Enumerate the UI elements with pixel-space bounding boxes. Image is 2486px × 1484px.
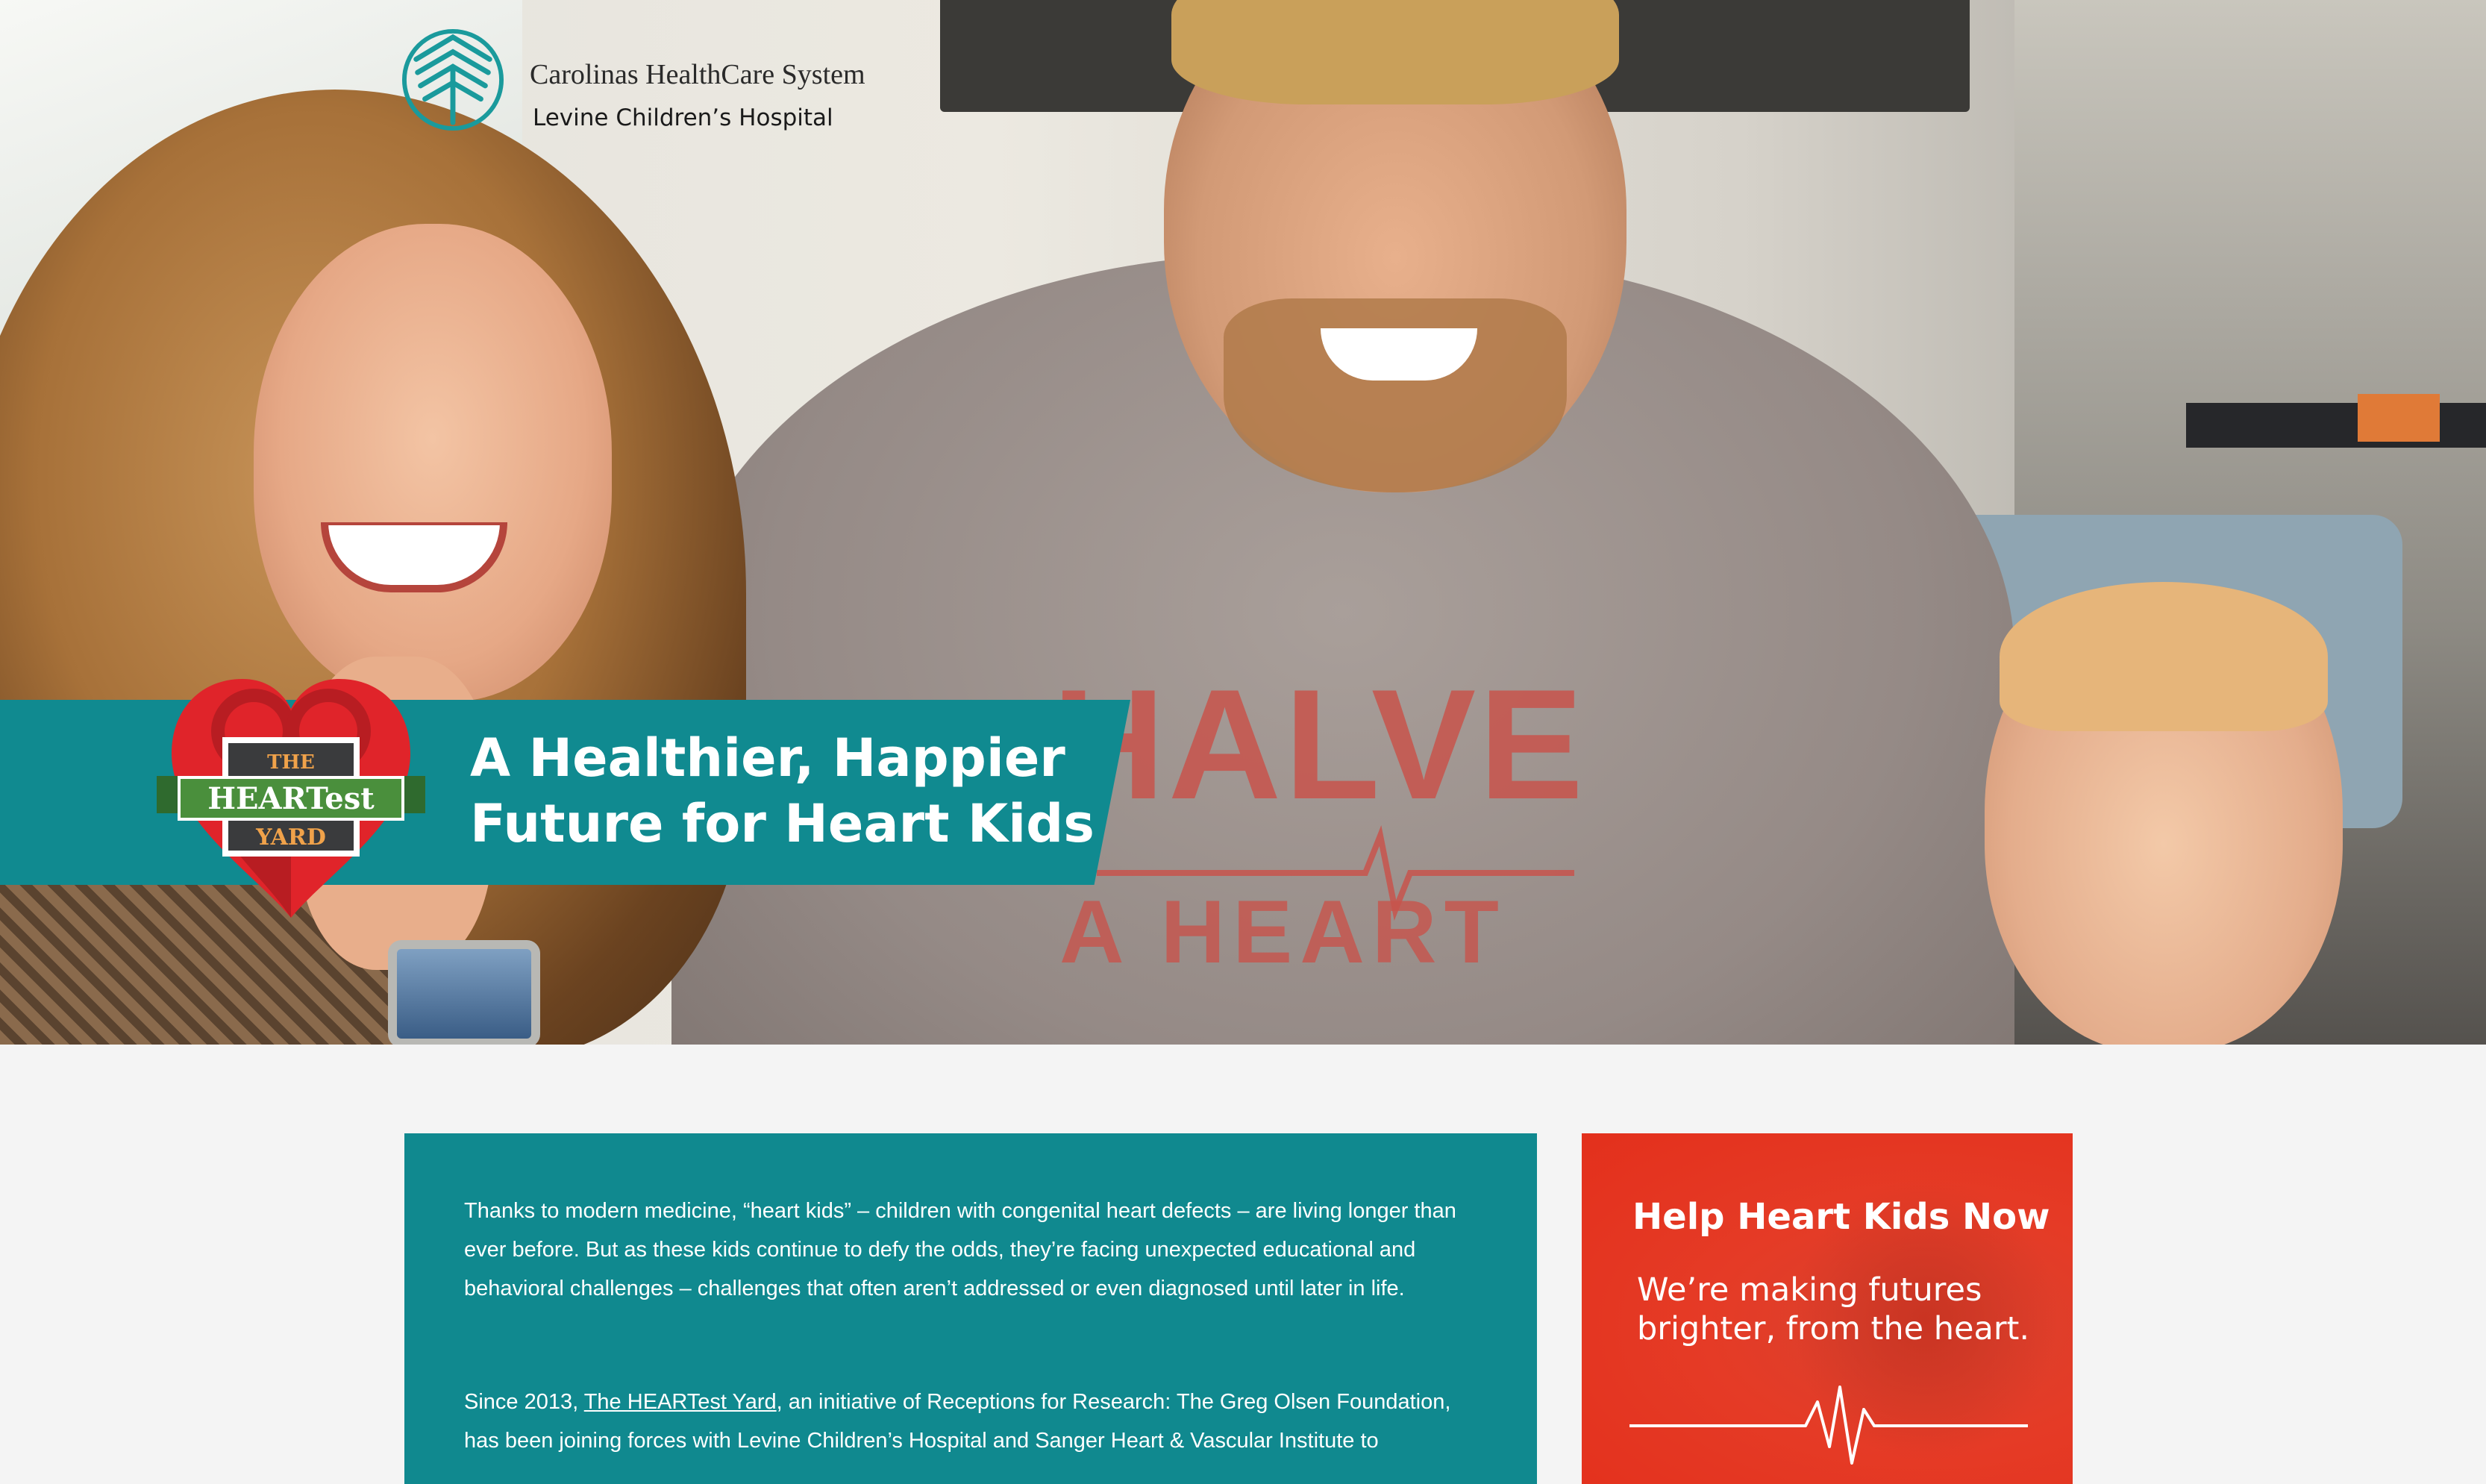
rack-tag [2358, 394, 2440, 442]
cta-subtitle: We’re making futures brighter, from the … [1637, 1271, 2030, 1347]
badge-line-mid: HEARTest [207, 781, 375, 816]
woman-face [254, 224, 612, 701]
logo-hospital-name[interactable]: Levine Children’s Hospital [533, 104, 833, 131]
man-hair [1171, 0, 1619, 104]
shirt-print: HALVE A HEART [1052, 657, 1586, 982]
chs-tree-logo-icon[interactable] [401, 28, 504, 131]
badge-line-bottom: YARD [255, 824, 326, 851]
history-paragraph: Since 2013, The HEARTest Yard, an initia… [464, 1383, 1479, 1460]
shirt-print-top: HALVE [1052, 657, 1586, 832]
hero-headline: A Healthier, Happier Future for Heart Ki… [470, 727, 1095, 854]
heartest-yard-badge: THE HEARTest YARD [157, 679, 425, 918]
help-heart-kids-card[interactable]: Help Heart Kids Now We’re making futures… [1582, 1133, 2073, 1484]
smartwatch [388, 940, 540, 1045]
history-prefix: Since 2013, [464, 1390, 584, 1414]
intro-paragraph: Thanks to modern medicine, “heart kids” … [464, 1199, 1456, 1300]
heartbeat-line-icon [1629, 1386, 2028, 1465]
intro-card: Thanks to modern medicine, “heart kids” … [404, 1133, 1537, 1484]
child-hair [2000, 582, 2328, 731]
badge-line-top: THE [267, 751, 315, 774]
gym-rack [2186, 403, 2486, 448]
logo-system-name[interactable]: Carolinas HealthCare System [530, 58, 865, 91]
man-beard [1224, 298, 1567, 492]
shirt-print-bottom: A HEART [1059, 882, 1506, 982]
cta-title[interactable]: Help Heart Kids Now [1632, 1196, 2050, 1238]
heartest-yard-link[interactable]: The HEARTest Yard [584, 1390, 777, 1414]
